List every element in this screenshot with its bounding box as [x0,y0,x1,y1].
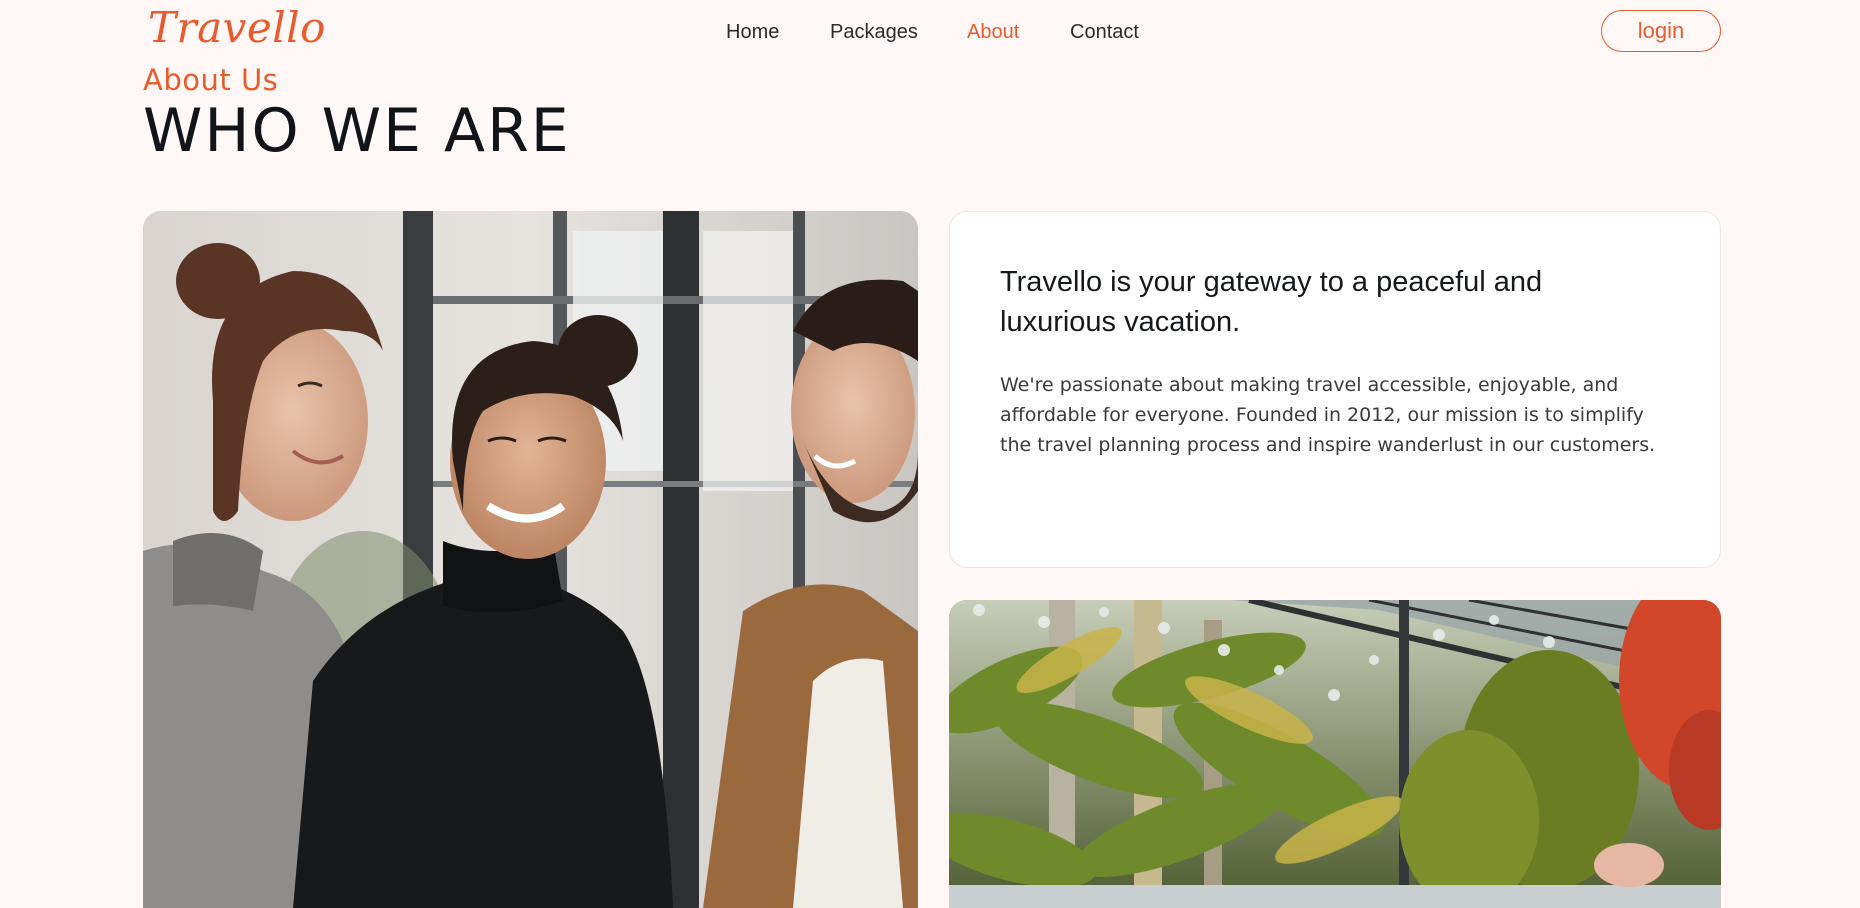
nav-home-link[interactable]: Home [726,20,779,44]
nav-about-link[interactable]: About [967,20,1019,44]
tropical-garden-photo [949,600,1721,908]
main-nav: Home Packages About Contact [0,0,1860,66]
team-photo [143,211,918,908]
site-header: Travello Home Packages About Contact log… [0,0,1860,66]
section-eyebrow: About Us [143,63,279,97]
team-photo-illustration [143,211,918,908]
login-button[interactable]: login [1601,10,1721,52]
about-card-title: Travello is your gateway to a peaceful a… [1000,266,1543,338]
nav-packages-link[interactable]: Packages [830,20,918,44]
about-page: Travello Home Packages About Contact log… [0,0,1860,908]
about-card: Travello is your gateway to a peaceful a… [949,211,1721,568]
garden-photo-illustration [949,600,1721,908]
nav-contact-link[interactable]: Contact [1070,20,1139,44]
about-card-body: We're passionate about making travel acc… [1000,374,1656,456]
page-title: WHO WE ARE [143,96,571,166]
